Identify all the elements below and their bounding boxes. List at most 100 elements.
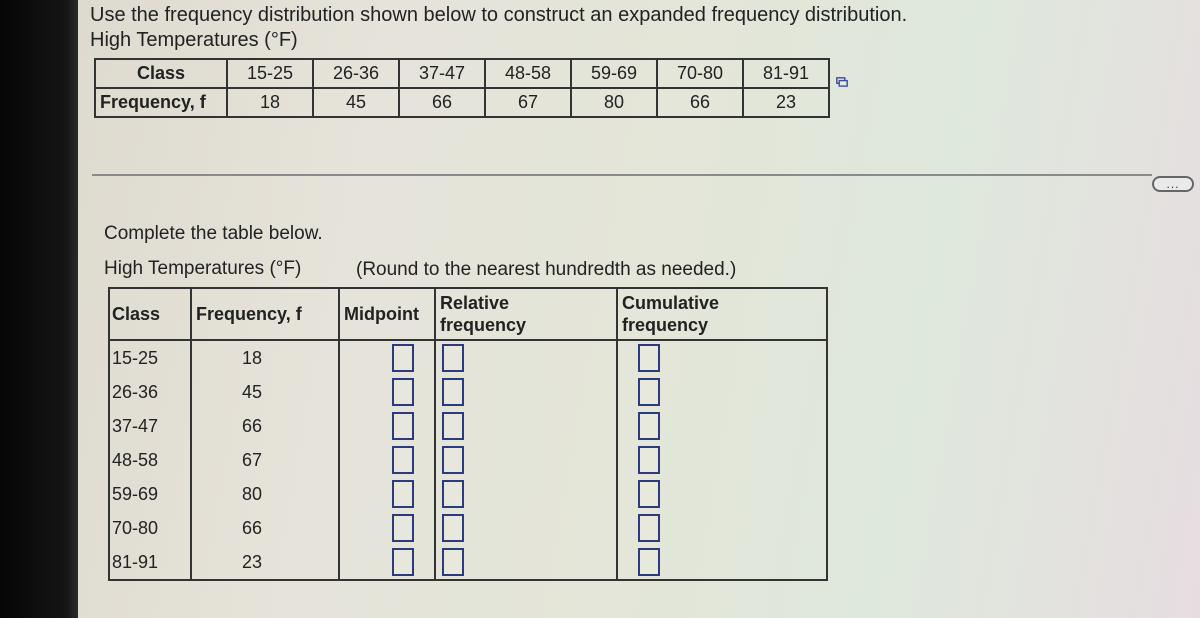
relative-frequency-cell [434, 443, 617, 477]
given-frequency-cell: 66 [656, 87, 744, 118]
instruction-text: Complete the table below. [104, 223, 323, 244]
cumulative-frequency-cell [616, 443, 828, 477]
table-row: 59-69 80 [108, 477, 828, 511]
given-frequency-cell: 45 [312, 87, 400, 118]
class-cell: 70-80 [108, 511, 191, 545]
table-row: 70-80 66 [108, 511, 828, 545]
question-page: Use the frequency distribution shown bel… [78, 0, 1200, 618]
cumulative-frequency-input[interactable] [638, 548, 660, 576]
class-cell: 15-25 [108, 340, 191, 375]
table-row: 48-58 67 [108, 443, 828, 477]
given-class-cell: 26-36 [312, 58, 400, 89]
relative-frequency-input[interactable] [442, 446, 464, 474]
relative-frequency-cell [434, 511, 617, 545]
frequency-cell: 67 [190, 443, 339, 477]
given-frequency-cell: 23 [742, 87, 830, 118]
given-class-row: Class 15-25 26-36 37-47 48-58 59-69 70-8… [94, 58, 830, 89]
given-frequency-row: Frequency, f 18 45 66 67 80 66 23 [94, 87, 830, 118]
frequency-cell: 80 [190, 477, 339, 511]
frequency-cell: 66 [190, 511, 339, 545]
cumulative-frequency-input[interactable] [638, 412, 660, 440]
cumulative-frequency-input[interactable] [638, 344, 660, 372]
question-prompt: Use the frequency distribution shown bel… [90, 4, 908, 26]
relative-frequency-cell [434, 545, 617, 581]
table-row: 37-47 66 [108, 409, 828, 443]
header-cumulative-line2: frequency [622, 315, 709, 335]
relative-frequency-cell [434, 375, 617, 409]
given-class-cell: 37-47 [398, 58, 486, 89]
cumulative-frequency-cell [616, 340, 828, 375]
cumulative-frequency-input[interactable] [638, 446, 660, 474]
table-row: 26-36 45 [108, 375, 828, 409]
relative-frequency-input[interactable] [442, 412, 464, 440]
given-class-cell: 81-91 [742, 58, 830, 89]
header-midpoint: Midpoint [338, 287, 435, 341]
answer-table-title: High Temperatures (°F) [104, 258, 302, 279]
frequency-cell: 66 [190, 409, 339, 443]
midpoint-cell [338, 545, 435, 581]
given-table-title: High Temperatures (°F) [90, 29, 298, 51]
header-cumulative-frequency: Cumulative frequency [616, 287, 828, 341]
given-frequency-cell: 18 [226, 87, 314, 118]
header-class: Class [108, 287, 191, 341]
header-row: Class Frequency, f Midpoint Relative fre… [108, 287, 828, 341]
relative-frequency-cell [434, 340, 617, 375]
frequency-row-label: Frequency, f [94, 87, 228, 118]
midpoint-cell [338, 511, 435, 545]
relative-frequency-cell [434, 477, 617, 511]
midpoint-input[interactable] [392, 378, 414, 406]
frequency-cell: 45 [190, 375, 339, 409]
midpoint-input[interactable] [392, 344, 414, 372]
midpoint-input[interactable] [392, 548, 414, 576]
relative-frequency-input[interactable] [442, 480, 464, 508]
midpoint-cell [338, 375, 435, 409]
header-relative-line1: Relative [440, 293, 510, 313]
class-cell: 59-69 [108, 477, 191, 511]
relative-frequency-input[interactable] [442, 378, 464, 406]
cumulative-frequency-cell [616, 409, 828, 443]
relative-frequency-input[interactable] [442, 344, 464, 372]
frequency-cell: 23 [190, 545, 339, 581]
given-class-cell: 15-25 [226, 58, 314, 89]
cumulative-frequency-input[interactable] [638, 514, 660, 542]
section-divider [92, 174, 1152, 176]
midpoint-cell [338, 443, 435, 477]
cumulative-frequency-cell [616, 545, 828, 581]
relative-frequency-input[interactable] [442, 514, 464, 542]
midpoint-input[interactable] [392, 480, 414, 508]
rounding-note: (Round to the nearest hundredth as neede… [356, 259, 737, 280]
copy-to-clipboard-icon[interactable] [836, 77, 848, 87]
midpoint-cell [338, 409, 435, 443]
given-frequency-cell: 67 [484, 87, 572, 118]
given-frequency-table: Class 15-25 26-36 37-47 48-58 59-69 70-8… [94, 58, 830, 118]
relative-frequency-input[interactable] [442, 548, 464, 576]
midpoint-input[interactable] [392, 412, 414, 440]
cumulative-frequency-cell [616, 375, 828, 409]
cumulative-frequency-cell [616, 477, 828, 511]
class-row-label: Class [94, 58, 228, 89]
more-options-icon: ... [1166, 177, 1180, 191]
cumulative-frequency-input[interactable] [638, 378, 660, 406]
given-class-cell: 70-80 [656, 58, 744, 89]
midpoint-cell [338, 477, 435, 511]
class-cell: 48-58 [108, 443, 191, 477]
given-class-cell: 48-58 [484, 58, 572, 89]
midpoint-input[interactable] [392, 446, 414, 474]
class-cell: 26-36 [108, 375, 191, 409]
frequency-cell: 18 [190, 340, 339, 375]
table-row: 15-25 18 [108, 340, 828, 375]
given-class-cell: 59-69 [570, 58, 658, 89]
cumulative-frequency-cell [616, 511, 828, 545]
table-row: 81-91 23 [108, 545, 828, 581]
header-frequency: Frequency, f [190, 287, 339, 341]
header-cumulative-line1: Cumulative [622, 293, 720, 313]
cumulative-frequency-input[interactable] [638, 480, 660, 508]
given-frequency-cell: 80 [570, 87, 658, 118]
class-cell: 81-91 [108, 545, 191, 581]
relative-frequency-cell [434, 409, 617, 443]
more-options-button[interactable]: ... [1152, 176, 1194, 192]
midpoint-cell [338, 340, 435, 375]
monitor-bezel [0, 0, 78, 618]
header-relative-line2: frequency [440, 315, 527, 335]
midpoint-input[interactable] [392, 514, 414, 542]
